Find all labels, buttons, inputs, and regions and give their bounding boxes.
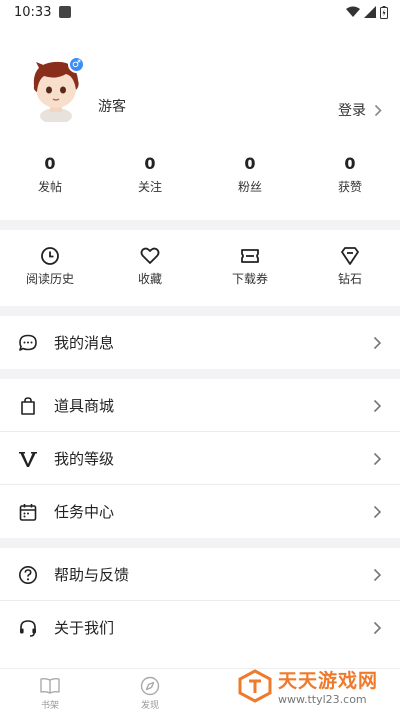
menu-label: 道具商城 bbox=[54, 397, 115, 415]
chevron-right-icon bbox=[373, 399, 382, 412]
heart-icon bbox=[140, 247, 160, 264]
menu-label: 我的等级 bbox=[54, 450, 115, 468]
menu-item-about[interactable]: 关于我们 bbox=[0, 601, 400, 654]
gender-badge: ♂ bbox=[68, 56, 85, 73]
menu-item-shop[interactable]: 道具商城 bbox=[0, 379, 400, 432]
chevron-right-icon bbox=[373, 621, 382, 634]
quick-label: 下载券 bbox=[231, 272, 268, 286]
calendar-icon bbox=[18, 502, 38, 522]
clock-icon bbox=[41, 247, 59, 265]
diamond-icon bbox=[341, 247, 359, 265]
stat-value: 0 bbox=[44, 154, 56, 173]
stat-label: 获赞 bbox=[337, 180, 362, 194]
question-circle-icon bbox=[18, 565, 38, 585]
tab-label: 发现 bbox=[140, 701, 159, 711]
stat-label: 粉丝 bbox=[237, 180, 262, 194]
vip-v-icon bbox=[18, 449, 38, 469]
watermark-logo bbox=[238, 669, 272, 703]
chevron-right-icon bbox=[374, 104, 382, 116]
menu-item-level[interactable]: 我的等级 bbox=[0, 432, 400, 485]
username: 游客 bbox=[98, 99, 126, 115]
chevron-right-icon bbox=[373, 568, 382, 581]
status-bar: 10:33 bbox=[0, 0, 400, 24]
quick-label: 阅读历史 bbox=[25, 272, 74, 286]
stat-following[interactable]: 0 关注 bbox=[100, 144, 200, 220]
section-divider bbox=[0, 369, 400, 379]
notification-icon bbox=[59, 6, 72, 18]
stat-fans[interactable]: 0 粉丝 bbox=[200, 144, 300, 220]
menu-item-help[interactable]: 帮助与反馈 bbox=[0, 548, 400, 601]
chat-bubble-icon bbox=[18, 333, 38, 353]
chevron-right-icon bbox=[373, 505, 382, 518]
menu-label: 关于我们 bbox=[54, 619, 115, 637]
watermark-title: 天天游戏网 bbox=[277, 670, 378, 692]
compass-icon bbox=[140, 676, 160, 696]
menu-label: 任务中心 bbox=[54, 503, 115, 521]
quick-download-coupon[interactable]: 下载券 bbox=[200, 230, 300, 306]
tab-bookshelf[interactable]: 书架 bbox=[0, 669, 100, 712]
stat-label: 关注 bbox=[137, 180, 162, 194]
wifi-icon bbox=[346, 6, 360, 17]
headset-icon bbox=[18, 618, 38, 638]
menu-label: 我的消息 bbox=[54, 334, 115, 352]
section-divider bbox=[0, 306, 400, 316]
menu-item-messages[interactable]: 我的消息 bbox=[0, 316, 400, 369]
chevron-right-icon bbox=[373, 452, 382, 465]
login-label: 登录 bbox=[338, 103, 366, 119]
stat-value: 0 bbox=[344, 154, 356, 173]
section-divider bbox=[0, 538, 400, 548]
stats-row: 0 发帖 0 关注 0 粉丝 0 获赞 bbox=[0, 144, 400, 220]
watermark-url: www.ttyl23.com bbox=[277, 693, 367, 706]
signal-icon bbox=[364, 6, 376, 18]
ticket-icon bbox=[241, 249, 259, 263]
stat-posts[interactable]: 0 发帖 bbox=[0, 144, 100, 220]
quick-label: 钻石 bbox=[337, 272, 362, 286]
quick-label: 收藏 bbox=[137, 272, 162, 286]
tab-label: 书架 bbox=[40, 701, 59, 711]
stat-label: 发帖 bbox=[37, 180, 62, 194]
stat-value: 0 bbox=[144, 154, 156, 173]
battery-icon bbox=[380, 5, 388, 19]
chevron-right-icon bbox=[373, 336, 382, 349]
menu-item-tasks[interactable]: 任务中心 bbox=[0, 485, 400, 538]
stat-value: 0 bbox=[244, 154, 256, 173]
tab-discover[interactable]: 发现 bbox=[100, 669, 200, 712]
quick-favorites[interactable]: 收藏 bbox=[100, 230, 200, 306]
status-time: 10:33 bbox=[14, 4, 52, 20]
quick-actions: 阅读历史 收藏 下载券 钻石 bbox=[0, 230, 400, 306]
book-icon bbox=[40, 677, 60, 694]
menu-label: 帮助与反馈 bbox=[54, 566, 130, 584]
login-button[interactable]: 登录 bbox=[338, 100, 382, 120]
watermark: 天天游戏网 www.ttyl23.com bbox=[238, 666, 378, 706]
stat-likes[interactable]: 0 获赞 bbox=[300, 144, 400, 220]
profile-header: ♂ 游客 登录 bbox=[0, 24, 400, 144]
quick-diamonds[interactable]: 钻石 bbox=[300, 230, 400, 306]
shopping-bag-icon bbox=[18, 396, 38, 416]
section-divider bbox=[0, 220, 400, 230]
quick-reading-history[interactable]: 阅读历史 bbox=[0, 230, 100, 306]
